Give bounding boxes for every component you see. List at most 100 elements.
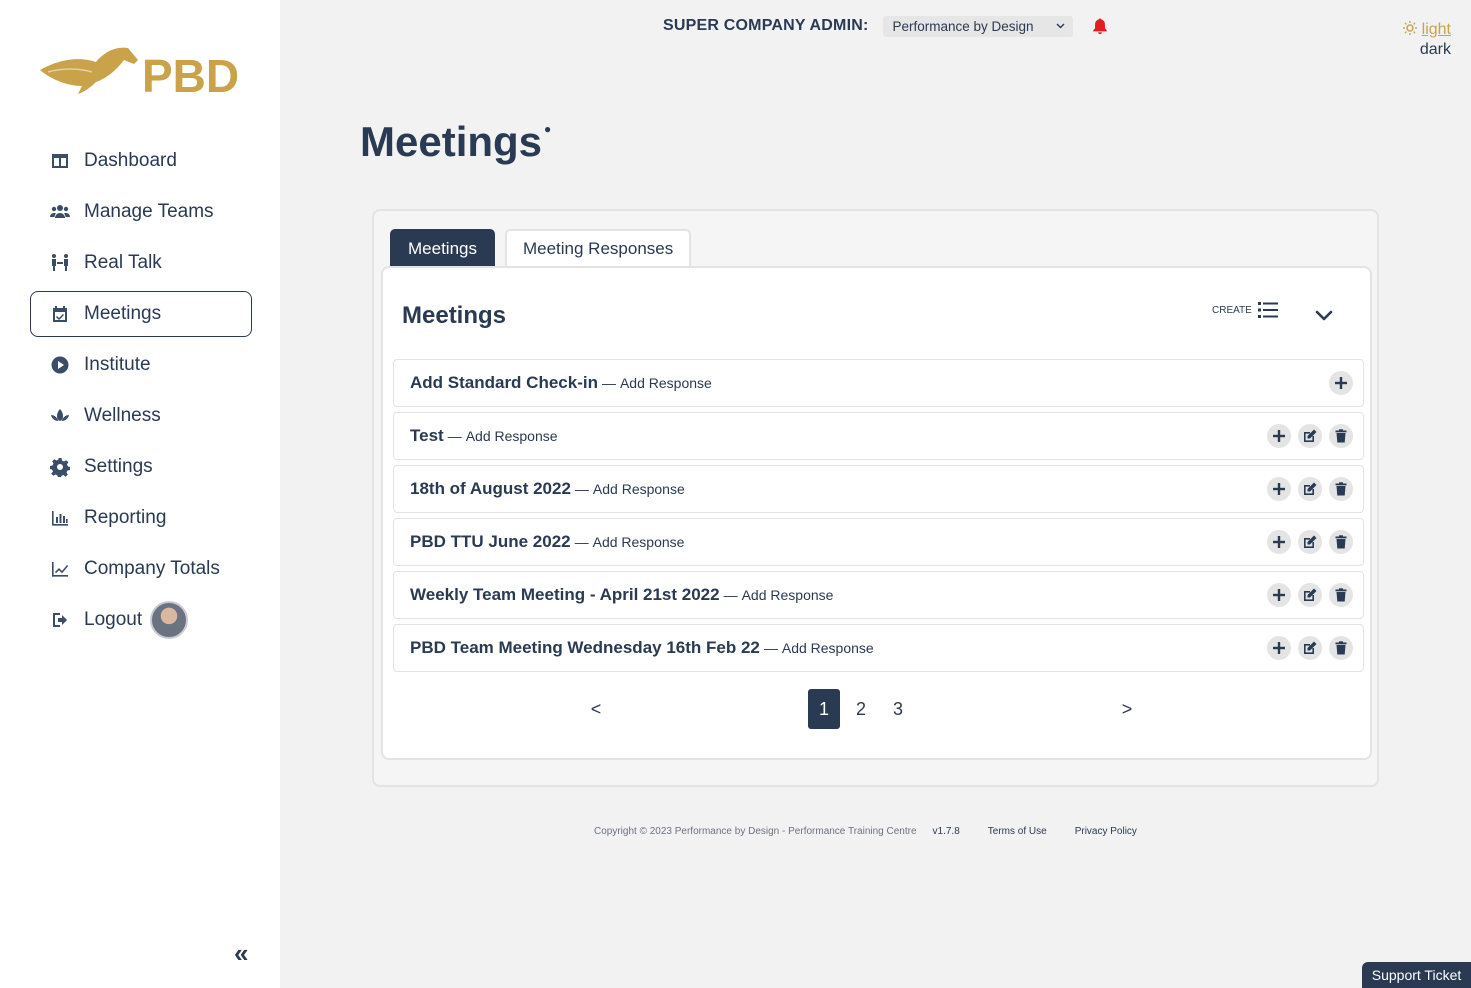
- sidebar-nav: Dashboard Manage Teams Real Talk Meeting…: [30, 138, 252, 648]
- row-actions: [1267, 636, 1353, 660]
- meeting-title[interactable]: 18th of August 2022: [410, 479, 571, 499]
- sidebar-item-settings[interactable]: Settings: [30, 444, 252, 490]
- separator: —: [723, 587, 738, 603]
- panel-title: Meetings: [402, 302, 507, 329]
- page-1-button[interactable]: 1: [808, 689, 840, 729]
- sun-icon: [1403, 21, 1418, 35]
- version-text: v1.7.8: [932, 826, 960, 837]
- chevron-down-icon[interactable]: [1313, 304, 1335, 326]
- sidebar-item-wellness[interactable]: Wellness: [30, 393, 252, 439]
- collapse-sidebar-button[interactable]: «: [234, 938, 249, 969]
- avatar[interactable]: [150, 601, 189, 639]
- line-chart-icon: [49, 558, 71, 580]
- separator: —: [601, 375, 616, 391]
- page-title-text: Meetings: [360, 118, 543, 165]
- add-response-link[interactable]: Add Response: [593, 534, 685, 550]
- company-select[interactable]: Performance by Design: [882, 15, 1073, 37]
- meetings-card: Meetings Meeting Responses Meetings CREA…: [372, 209, 1379, 787]
- delete-icon[interactable]: [1329, 636, 1353, 660]
- sidebar-item-dashboard[interactable]: Dashboard: [30, 138, 252, 184]
- create-button[interactable]: CREATE: [1212, 302, 1278, 318]
- add-icon[interactable]: [1267, 530, 1291, 554]
- row-actions: [1267, 424, 1353, 448]
- add-response-link[interactable]: Add Response: [593, 481, 685, 497]
- add-icon[interactable]: [1267, 636, 1291, 660]
- sidebar-item-label: Reporting: [84, 507, 167, 528]
- delete-icon[interactable]: [1329, 424, 1353, 448]
- prev-page-button[interactable]: <: [588, 689, 604, 729]
- separator: —: [574, 534, 589, 550]
- footer: Copyright © 2023 Performance by Design -…: [594, 826, 1137, 837]
- users-icon: [49, 201, 71, 223]
- list-item[interactable]: PBD Team Meeting Wednesday 16th Feb 22 —…: [393, 624, 1364, 672]
- theme-dark-option[interactable]: dark: [1401, 40, 1451, 60]
- top-bar: SUPER COMPANY ADMIN: Performance by Desi…: [663, 14, 1109, 38]
- privacy-link[interactable]: Privacy Policy: [1075, 826, 1137, 837]
- sidebar-item-label: Real Talk: [84, 252, 162, 273]
- sidebar-item-institute[interactable]: Institute: [30, 342, 252, 388]
- edit-icon[interactable]: [1298, 636, 1322, 660]
- add-response-link[interactable]: Add Response: [742, 587, 834, 603]
- meetings-panel: Meetings CREATE Add Standard Check-in — …: [381, 266, 1372, 760]
- svg-text:PBD: PBD: [142, 50, 239, 102]
- separator: —: [574, 481, 589, 497]
- list-item[interactable]: Add Standard Check-in — Add Response: [393, 359, 1364, 407]
- meeting-title[interactable]: PBD TTU June 2022: [410, 532, 571, 552]
- meeting-title[interactable]: Weekly Team Meeting - April 21st 2022: [410, 585, 720, 605]
- meeting-title[interactable]: Add Standard Check-in: [410, 373, 598, 393]
- row-actions: [1267, 477, 1353, 501]
- next-page-button[interactable]: >: [1119, 689, 1135, 729]
- moon-icon: [1404, 42, 1411, 54]
- tab-meetings[interactable]: Meetings: [390, 229, 495, 267]
- sidebar-item-label: Institute: [84, 354, 151, 375]
- logout-icon: [49, 609, 71, 631]
- people-talk-icon: [49, 252, 71, 274]
- support-ticket-button[interactable]: Support Ticket: [1362, 962, 1471, 988]
- delete-icon[interactable]: [1329, 530, 1353, 554]
- add-response-link[interactable]: Add Response: [620, 375, 712, 391]
- chevron-down-icon: [1056, 23, 1064, 29]
- calendar-check-icon: [49, 303, 71, 325]
- notification-bell-icon[interactable]: [1091, 17, 1109, 35]
- list-item[interactable]: PBD TTU June 2022 — Add Response: [393, 518, 1364, 566]
- separator: —: [447, 428, 462, 444]
- pbd-logo[interactable]: PBD: [38, 42, 243, 102]
- gear-icon: [49, 456, 71, 478]
- company-select-value: Performance by Design: [892, 18, 1034, 34]
- info-icon[interactable]: ●: [544, 122, 551, 136]
- tab-meeting-responses[interactable]: Meeting Responses: [504, 229, 692, 267]
- add-response-link[interactable]: Add Response: [782, 640, 874, 656]
- sidebar-item-reporting[interactable]: Reporting: [30, 495, 252, 541]
- sidebar-item-company-totals[interactable]: Company Totals: [30, 546, 252, 592]
- meeting-title[interactable]: Test: [410, 426, 444, 446]
- edit-icon[interactable]: [1298, 530, 1322, 554]
- edit-icon[interactable]: [1298, 583, 1322, 607]
- sidebar-item-label: Logout: [84, 609, 143, 630]
- sidebar-item-logout[interactable]: Logout: [30, 597, 252, 643]
- sidebar-item-label: Company Totals: [84, 558, 220, 579]
- delete-icon[interactable]: [1329, 583, 1353, 607]
- list-item[interactable]: Weekly Team Meeting - April 21st 2022 — …: [393, 571, 1364, 619]
- separator: —: [763, 640, 778, 656]
- edit-icon[interactable]: [1298, 424, 1322, 448]
- page-2-button[interactable]: 2: [853, 689, 869, 729]
- add-icon[interactable]: [1267, 477, 1291, 501]
- add-icon[interactable]: [1267, 583, 1291, 607]
- page-3-button[interactable]: 3: [890, 689, 906, 729]
- sidebar-item-manage-teams[interactable]: Manage Teams: [30, 189, 252, 235]
- edit-icon[interactable]: [1298, 477, 1322, 501]
- meeting-title[interactable]: PBD Team Meeting Wednesday 16th Feb 22: [410, 638, 760, 658]
- add-icon[interactable]: [1267, 424, 1291, 448]
- add-icon[interactable]: [1329, 371, 1353, 395]
- row-actions: [1267, 530, 1353, 554]
- theme-light-option[interactable]: light: [1401, 20, 1451, 40]
- add-response-link[interactable]: Add Response: [466, 428, 558, 444]
- sidebar-item-meetings[interactable]: Meetings: [30, 291, 252, 337]
- list-item[interactable]: 18th of August 2022 — Add Response: [393, 465, 1364, 513]
- pagination: < 1 2 3 >: [383, 689, 1374, 729]
- delete-icon[interactable]: [1329, 477, 1353, 501]
- terms-link[interactable]: Terms of Use: [988, 826, 1047, 837]
- sidebar: PBD Dashboard Manage Teams Real Talk Mee…: [0, 0, 280, 988]
- sidebar-item-real-talk[interactable]: Real Talk: [30, 240, 252, 286]
- list-item[interactable]: Test — Add Response: [393, 412, 1364, 460]
